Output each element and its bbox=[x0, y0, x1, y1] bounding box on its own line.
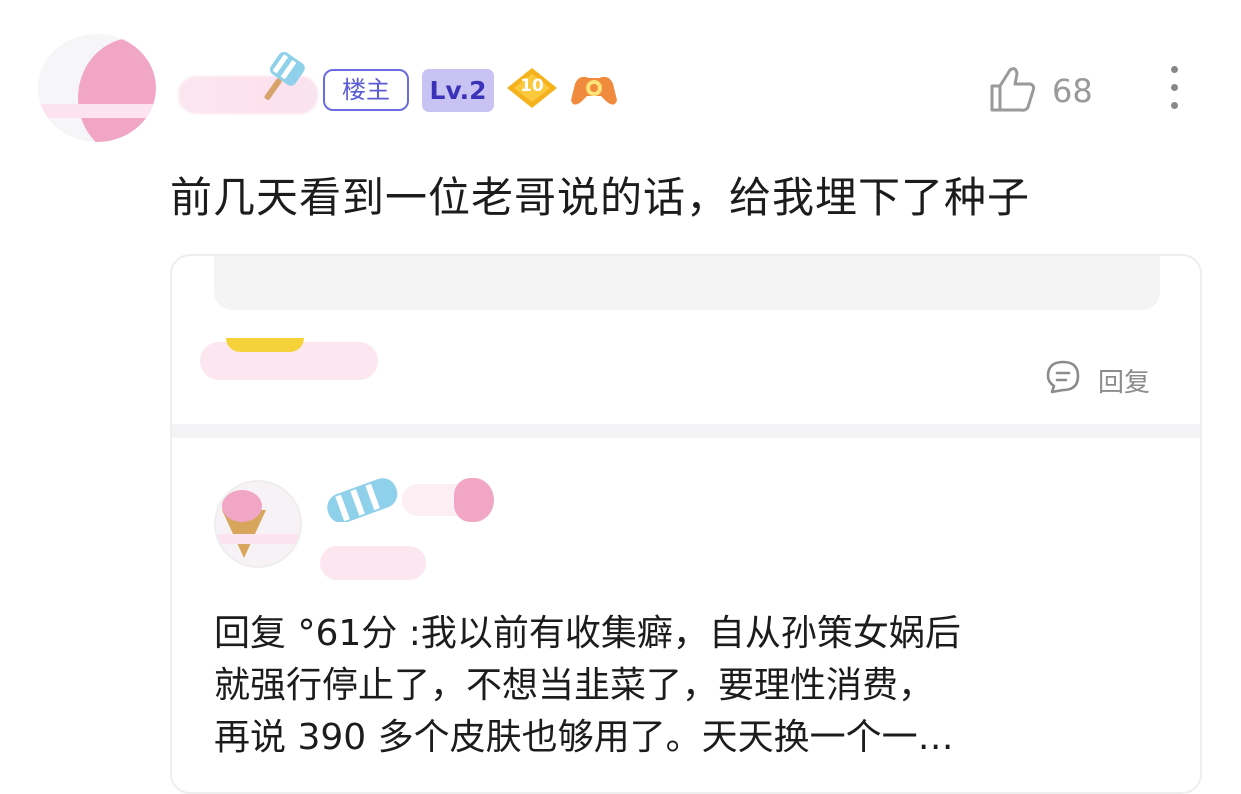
icecream-decoration-icon bbox=[327, 478, 398, 522]
quoted-comment-card[interactable]: 回复 回复 °61分 :我以前有收集癖，自从孙策女娲后 就强行停止了，不想当韭菜… bbox=[170, 254, 1202, 794]
section-divider bbox=[172, 424, 1200, 438]
avatar-band bbox=[216, 534, 300, 544]
fan-badge-number: 10 bbox=[520, 76, 544, 96]
quote-bar bbox=[214, 256, 1160, 310]
level-badge: Lv.2 bbox=[422, 69, 494, 112]
author-tag-badge: 楼主 bbox=[323, 69, 409, 111]
reply-label: 回复 bbox=[1098, 368, 1151, 398]
author-avatar[interactable] bbox=[38, 34, 156, 142]
avatar-stripe bbox=[38, 104, 156, 118]
commenter-badge-decoration bbox=[226, 338, 304, 352]
icecream-scoop bbox=[222, 490, 262, 522]
more-vertical-icon[interactable] bbox=[1164, 66, 1184, 114]
gamepad-icon bbox=[571, 76, 617, 105]
icecream-decoration-icon bbox=[264, 51, 305, 101]
reply-meta-blurred bbox=[320, 546, 426, 580]
post-text: 前几天看到一位老哥说的话，给我埋下了种子 bbox=[170, 173, 1031, 222]
thumbs-up-icon[interactable] bbox=[988, 64, 1036, 114]
reply-author-badge-decoration bbox=[454, 478, 494, 522]
fan-level-badge: 10 bbox=[505, 66, 559, 110]
reply-author-avatar[interactable] bbox=[214, 480, 302, 568]
quoted-reply-text: 回复 °61分 :我以前有收集癖，自从孙策女娲后 就强行停止了，不想当韭菜了，要… bbox=[214, 613, 961, 758]
avatar-image bbox=[78, 38, 156, 142]
like-count: 68 bbox=[1052, 72, 1093, 110]
comment-icon bbox=[1046, 360, 1080, 394]
